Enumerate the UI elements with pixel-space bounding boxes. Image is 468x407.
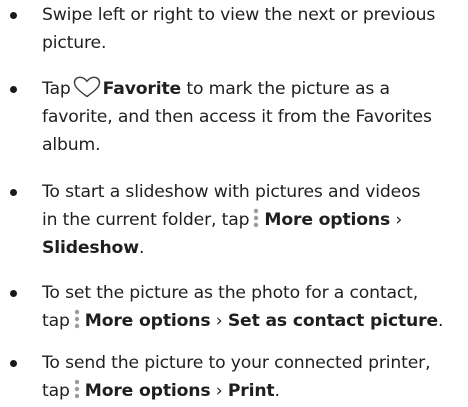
print-label: Print bbox=[227, 381, 275, 401]
heart-outline-icon bbox=[73, 76, 100, 98]
item-1-line-1: Swipe left or right to view the next or … bbox=[42, 5, 436, 25]
menu-separator: › bbox=[210, 311, 228, 331]
item-4-end: . bbox=[437, 311, 444, 331]
list-item-text: To start a slideshow with pictures and v… bbox=[42, 178, 462, 262]
more-options-icon bbox=[74, 309, 79, 329]
item-4-line-1: To set the picture as the photo for a co… bbox=[42, 283, 419, 303]
list-item-text: Tap Favorite to mark the picture as a fav… bbox=[42, 75, 462, 159]
item-3-line-2: in the current folder, tap bbox=[42, 210, 250, 230]
item-1-line-2: picture. bbox=[42, 33, 107, 53]
bullet-dot bbox=[10, 290, 17, 297]
more-options-label: More options bbox=[264, 210, 391, 230]
more-options-label: More options bbox=[84, 311, 211, 331]
item-5-tap-text: tap bbox=[42, 381, 70, 401]
bullet-dot bbox=[10, 360, 17, 367]
set-as-contact-picture-label: Set as contact picture bbox=[227, 311, 438, 331]
more-options-icon bbox=[254, 208, 259, 228]
menu-separator: › bbox=[210, 381, 228, 401]
bullet-dot bbox=[10, 189, 17, 196]
bullet-dot bbox=[10, 12, 17, 19]
list-item-text: To send the picture to your connected pr… bbox=[42, 349, 462, 405]
more-options-icon bbox=[74, 379, 79, 399]
menu-separator: › bbox=[390, 210, 403, 230]
item-2-line-3: album. bbox=[42, 135, 101, 155]
document-page: Swipe left or right to view the next or … bbox=[0, 0, 468, 407]
item-5-line-1: To send the picture to your connected pr… bbox=[42, 353, 431, 373]
list-item-text: To set the picture as the photo for a co… bbox=[42, 279, 462, 335]
item-3-end: . bbox=[138, 238, 145, 258]
item-4-tap-text: tap bbox=[42, 311, 70, 331]
list-item-text: Swipe left or right to view the next or … bbox=[42, 1, 462, 57]
more-options-label: More options bbox=[84, 381, 211, 401]
item-3-line-1: To start a slideshow with pictures and v… bbox=[42, 182, 421, 202]
bullet-dot bbox=[10, 86, 17, 93]
favorite-label: Favorite bbox=[102, 79, 182, 99]
item-2-tap-text: Tap bbox=[42, 79, 71, 99]
slideshow-label: Slideshow bbox=[42, 238, 139, 258]
item-2-line-1-rest: to mark the picture as a bbox=[181, 79, 390, 99]
item-2-line-2: favorite, and then access it from the Fa… bbox=[42, 107, 432, 127]
item-5-end: . bbox=[274, 381, 280, 401]
